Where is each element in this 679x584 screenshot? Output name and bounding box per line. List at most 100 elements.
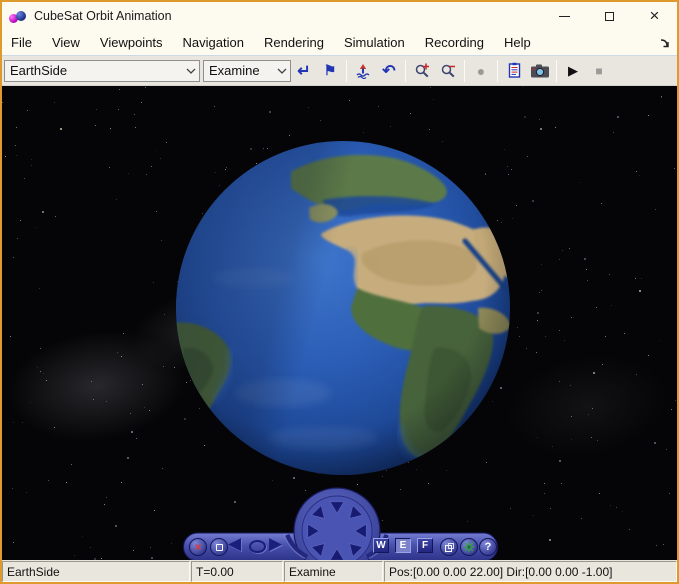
star [95, 108, 97, 110]
menu-help[interactable]: Help [494, 30, 541, 55]
star [148, 410, 150, 412]
star [597, 439, 599, 441]
zoom-out-icon [441, 64, 455, 78]
star [144, 86, 146, 88]
wheelbar-help-button[interactable]: ? [479, 538, 497, 556]
star [564, 340, 566, 342]
star [648, 115, 650, 117]
goto-default-viewpoint-button[interactable]: ↵ [291, 58, 317, 84]
star [428, 482, 430, 484]
toolbar-separator [464, 59, 465, 82]
star [27, 110, 29, 112]
star [410, 112, 412, 114]
toolbar-separator [556, 59, 557, 82]
minimize-button[interactable] [542, 2, 587, 30]
star [154, 510, 156, 512]
star [544, 493, 546, 495]
star [159, 157, 161, 159]
star [16, 238, 18, 240]
star [613, 131, 615, 133]
headlight-button[interactable] [460, 538, 478, 556]
question-icon: ? [484, 541, 492, 553]
straighten-up-button[interactable] [350, 58, 376, 84]
wheelbar-close-button[interactable]: × [189, 538, 207, 556]
star [540, 128, 543, 131]
view-normal-button[interactable] [440, 538, 458, 556]
star [610, 505, 611, 507]
maximize-button[interactable] [587, 2, 632, 30]
star [48, 480, 49, 482]
toolbar-separator [405, 59, 406, 82]
star [615, 507, 617, 508]
star [660, 96, 662, 98]
title-bar: CubeSat Orbit Animation × [2, 2, 677, 30]
star [624, 333, 626, 335]
close-button[interactable]: × [632, 2, 677, 30]
menu-rendering[interactable]: Rendering [254, 30, 334, 55]
star [609, 273, 611, 275]
star [36, 366, 38, 368]
star [38, 288, 40, 289]
star [671, 409, 673, 411]
star [213, 106, 215, 108]
stop-button[interactable]: ■ [586, 58, 612, 84]
menu-navigation[interactable]: Navigation [173, 30, 254, 55]
navigation-mode-select[interactable]: Examine [203, 59, 291, 82]
spin-left-button[interactable]: ◀ [228, 534, 241, 554]
navigation-mode-value: Examine [209, 63, 260, 78]
zoom-out-button[interactable] [435, 58, 461, 84]
star [616, 115, 619, 118]
capture-screenshot-button[interactable] [527, 58, 553, 84]
walk-mode-button[interactable]: W [373, 538, 389, 553]
star [152, 281, 154, 283]
star [639, 290, 641, 293]
earth-globe[interactable] [173, 138, 513, 478]
star [545, 335, 547, 337]
menu-viewpoints[interactable]: Viewpoints [90, 30, 173, 55]
star [171, 542, 173, 544]
star [515, 205, 517, 206]
undo-move-button[interactable]: ↶ [376, 58, 402, 84]
window-square-icon [215, 543, 223, 551]
star [272, 480, 274, 481]
menu-simulation[interactable]: Simulation [334, 30, 415, 55]
clipboard-icon [508, 62, 520, 78]
star [549, 538, 552, 541]
menu-file[interactable]: File [2, 30, 42, 55]
record-button[interactable]: ● [468, 58, 494, 84]
status-time: T=0.00 [191, 561, 283, 582]
viewport-3d[interactable]: × ◀ ▶ W E F ? [2, 86, 677, 560]
wheelbar-window-button[interactable] [210, 538, 228, 556]
fly-mode-button[interactable]: F [417, 538, 433, 553]
undo-arrow-icon: ↶ [382, 62, 396, 80]
star [95, 125, 97, 127]
menu-recording[interactable]: Recording [415, 30, 494, 55]
status-viewpoint: EarthSide [2, 561, 190, 582]
examine-mode-button[interactable]: E [395, 538, 411, 553]
zoom-in-button[interactable] [409, 58, 435, 84]
star [554, 126, 556, 128]
star [561, 250, 563, 252]
create-viewpoint-button[interactable]: ⚑ [317, 58, 343, 84]
star [91, 381, 93, 382]
star [635, 278, 636, 280]
play-button[interactable]: ▶ [560, 58, 586, 84]
star [430, 86, 431, 88]
star [40, 371, 42, 373]
viewpoint-select[interactable]: EarthSide [4, 59, 200, 82]
star [2, 102, 3, 104]
star [115, 198, 117, 200]
spin-right-button[interactable]: ▶ [269, 534, 282, 554]
star [35, 226, 37, 228]
flag-icon: ⚑ [323, 62, 337, 78]
dock-arrow-icon[interactable] [659, 37, 671, 49]
star [81, 535, 83, 537]
star [42, 210, 45, 213]
star [348, 99, 350, 101]
star [115, 525, 118, 528]
star [13, 421, 14, 423]
star [357, 483, 359, 485]
menu-view[interactable]: View [42, 30, 90, 55]
trackball-control[interactable] [249, 540, 266, 553]
capture-frame-button[interactable] [501, 58, 527, 84]
